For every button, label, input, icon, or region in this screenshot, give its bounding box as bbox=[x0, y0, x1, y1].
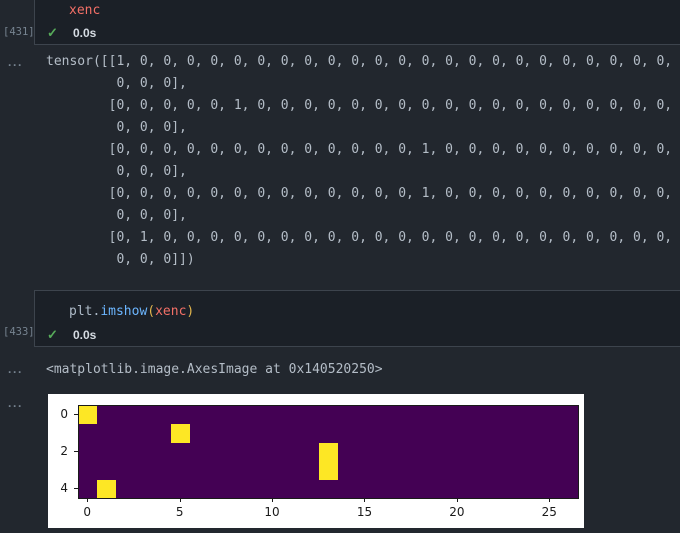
x-tick-mark bbox=[549, 498, 551, 502]
code-token: imshow bbox=[100, 304, 148, 319]
x-tick-label: 10 bbox=[264, 505, 280, 519]
x-tick-label: 0 bbox=[83, 505, 92, 519]
x-tick-label: 15 bbox=[356, 505, 373, 519]
x-tick-mark bbox=[456, 498, 458, 502]
y-tick-label: 4 bbox=[60, 480, 68, 495]
code-token: xenc bbox=[155, 304, 187, 319]
heatmap-one-cell bbox=[79, 406, 98, 425]
x-tick-label: 25 bbox=[541, 505, 557, 519]
y-tick-label: 2 bbox=[60, 444, 68, 458]
y-tick-mark bbox=[74, 414, 78, 416]
code-token: ) bbox=[186, 304, 195, 319]
heatmap-one-cell bbox=[171, 424, 190, 443]
x-tick-mark bbox=[364, 498, 366, 502]
code-editor-line[interactable]: plt.imshow(xenc) bbox=[69, 305, 194, 319]
execution-duration: 0.0s bbox=[73, 328, 97, 342]
output-collapse-button[interactable]: ··· bbox=[8, 399, 23, 413]
tensor-output-text: tensor([[1, 0, 0, 0, 0, 0, 0, 0, 0, 0, 0… bbox=[46, 54, 673, 267]
success-check-icon: ✓ bbox=[47, 327, 58, 342]
x-tick-mark bbox=[87, 498, 89, 502]
axesimage-repr-text: <matplotlib.image.AxesImage at 0x1405202… bbox=[46, 362, 383, 377]
execution-count-label: [431] bbox=[3, 26, 35, 38]
output-collapse-button[interactable]: ··· bbox=[8, 58, 23, 72]
execution-count-label: [433] bbox=[3, 326, 35, 338]
code-token: xenc bbox=[69, 3, 101, 18]
heatmap-one-cell bbox=[319, 461, 338, 480]
success-check-icon: ✓ bbox=[47, 25, 58, 40]
y-tick-mark bbox=[74, 451, 78, 452]
code-cell-imshow[interactable]: plt.imshow(xenc) ✓ 0.0s bbox=[34, 290, 680, 347]
code-cell-xenc[interactable]: xenc ✓ 0.0s bbox=[34, 0, 680, 45]
heatmap-one-cell bbox=[319, 442, 338, 462]
x-tick-label: 5 bbox=[175, 505, 184, 519]
output-collapse-button[interactable]: ··· bbox=[8, 365, 23, 379]
code-token: plt bbox=[69, 304, 93, 319]
code-token: ( bbox=[147, 304, 156, 319]
x-tick-label: 20 bbox=[449, 505, 465, 519]
code-editor-line[interactable]: xenc bbox=[69, 4, 100, 18]
heatmap-axes bbox=[78, 405, 579, 499]
y-tick-label: 0 bbox=[60, 407, 68, 422]
y-tick-mark bbox=[74, 487, 78, 489]
execution-duration: 0.0s bbox=[73, 26, 97, 40]
heatmap-one-cell bbox=[97, 479, 116, 498]
x-tick-mark bbox=[272, 498, 274, 502]
x-tick-mark bbox=[179, 498, 181, 502]
imshow-figure: 0 5 10 15 20 25 0 2 4 bbox=[48, 394, 584, 528]
